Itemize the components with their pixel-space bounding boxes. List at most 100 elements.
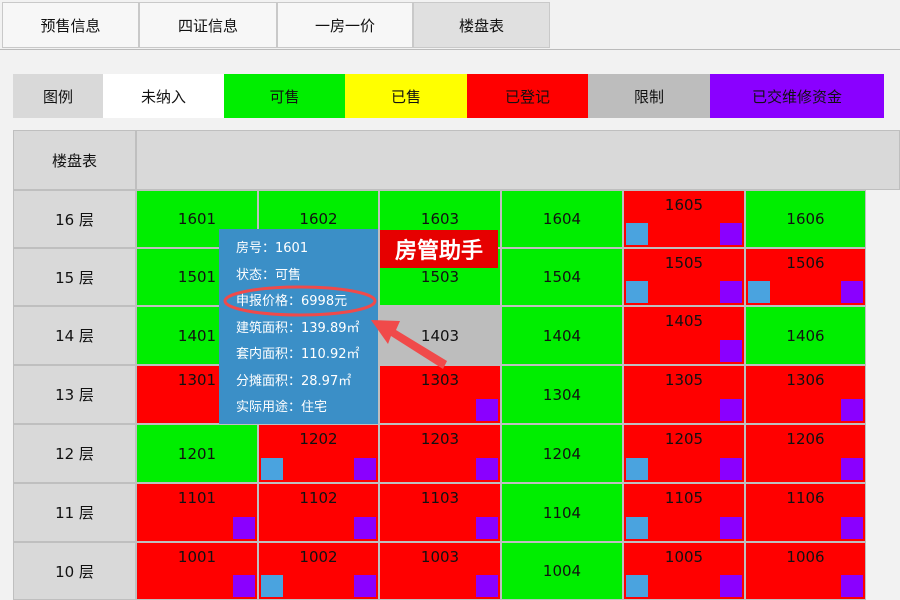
unit-cell-1202[interactable]: 1202 [258, 424, 379, 483]
unit-number: 1001 [177, 548, 217, 566]
unit-cell-1504[interactable]: 1504 [501, 248, 623, 306]
unit-cell-1003[interactable]: 1003 [379, 542, 501, 600]
floor-label: 14 层 [13, 306, 136, 365]
unit-cell-1101[interactable]: 1101 [136, 483, 258, 542]
tab-four-certificates[interactable]: 四证信息 [139, 2, 277, 48]
unit-cell-1206[interactable]: 1206 [745, 424, 866, 483]
maintenance-fund-marker [841, 575, 863, 597]
legend-registered: 已登记 [467, 74, 588, 118]
tooltip-status: 状态：可售 [236, 267, 302, 283]
tab-one-house-one-price[interactable]: 一房一价 [277, 2, 413, 48]
floor-label: 16 层 [13, 190, 136, 248]
tooltip-declared-price: 申报价格：6998元 [236, 294, 348, 309]
unit-number: 1306 [786, 371, 825, 389]
unit-number: 1606 [786, 210, 825, 228]
unit-cell-1006[interactable]: 1006 [745, 542, 866, 600]
floor-label: 12 层 [13, 424, 136, 483]
unit-cell-1203[interactable]: 1203 [379, 424, 501, 483]
legend-label: 图例 [13, 74, 103, 118]
floor-label: 13 层 [13, 365, 136, 424]
unit-number: 1106 [786, 489, 825, 507]
maintenance-fund-marker [354, 575, 376, 597]
unit-number: 1004 [542, 562, 582, 580]
unit-number: 1002 [299, 548, 338, 566]
unit-cell-1405[interactable]: 1405 [623, 306, 745, 365]
unit-cell-1205[interactable]: 1205 [623, 424, 745, 483]
maintenance-fund-marker [841, 281, 863, 303]
maintenance-fund-marker [476, 399, 498, 421]
unit-cell-1303[interactable]: 1303 [379, 365, 501, 424]
unit-number: 1102 [299, 489, 338, 507]
legend-sold: 已售 [345, 74, 467, 118]
unit-cell-1005[interactable]: 1005 [623, 542, 745, 600]
watermark-badge: 房管助手 [380, 230, 498, 268]
tooltip-shared-area: 分摊面积：28.97㎡ [236, 373, 352, 389]
tab-presale-info[interactable]: 预售信息 [2, 2, 139, 48]
unit-number: 1101 [177, 489, 217, 507]
unit-number: 1003 [420, 548, 460, 566]
unit-cell-1505[interactable]: 1505 [623, 248, 745, 306]
unit-cell-1306[interactable]: 1306 [745, 365, 866, 424]
floor-label: 10 层 [13, 542, 136, 600]
unit-cell-1403[interactable]: 1403 [379, 306, 501, 365]
maintenance-fund-marker [720, 517, 742, 539]
blue-marker [626, 575, 648, 597]
legend-not-included: 未纳入 [103, 74, 224, 118]
unit-cell-1001[interactable]: 1001 [136, 542, 258, 600]
unit-cell-1204[interactable]: 1204 [501, 424, 623, 483]
unit-number: 1505 [664, 254, 704, 272]
unit-cell-1104[interactable]: 1104 [501, 483, 623, 542]
unit-number: 1406 [786, 326, 825, 345]
maintenance-fund-marker [354, 458, 376, 480]
unit-number: 1005 [664, 548, 704, 566]
unit-number: 1206 [786, 430, 825, 448]
unit-cell-1002[interactable]: 1002 [258, 542, 379, 600]
blue-marker [626, 517, 648, 539]
unit-number: 1305 [664, 371, 704, 389]
unit-cell-1201[interactable]: 1201 [136, 424, 258, 483]
unit-cell-1103[interactable]: 1103 [379, 483, 501, 542]
tooltip-room-no: 房号：1601 [236, 241, 309, 256]
unit-cell-1606[interactable]: 1606 [745, 190, 866, 248]
unit-cell-1304[interactable]: 1304 [501, 365, 623, 424]
legend-restricted: 限制 [588, 74, 710, 118]
unit-number: 1006 [786, 548, 825, 566]
blue-marker [626, 458, 648, 480]
tab-bar: 预售信息 四证信息 一房一价 楼盘表 [0, 0, 900, 50]
tab-building-table[interactable]: 楼盘表 [413, 2, 550, 48]
blue-marker [626, 281, 648, 303]
unit-number: 1403 [420, 326, 460, 345]
unit-cell-1604[interactable]: 1604 [501, 190, 623, 248]
unit-tooltip: 房号：1601 状态：可售 申报价格：6998元 建筑面积：139.89㎡ 套内… [219, 229, 378, 424]
legend: 图例 未纳入 可售 已售 已登记 限制 已交维修资金 [13, 74, 884, 118]
unit-number: 1103 [420, 489, 460, 507]
unit-cell-1004[interactable]: 1004 [501, 542, 623, 600]
maintenance-fund-marker [720, 399, 742, 421]
maintenance-fund-marker [476, 517, 498, 539]
maintenance-fund-marker [720, 281, 742, 303]
unit-number: 1104 [542, 503, 582, 522]
unit-cell-1605[interactable]: 1605 [623, 190, 745, 248]
unit-cell-1305[interactable]: 1305 [623, 365, 745, 424]
tooltip-usage: 实际用途：住宅 [236, 400, 328, 415]
unit-cell-1102[interactable]: 1102 [258, 483, 379, 542]
unit-number: 1304 [542, 385, 582, 404]
unit-number: 1404 [542, 326, 582, 345]
maintenance-fund-marker [841, 517, 863, 539]
tooltip-inner-area: 套内面积：110.92㎡ [236, 347, 360, 362]
unit-number: 1201 [177, 444, 217, 463]
unit-cell-1404[interactable]: 1404 [501, 306, 623, 365]
maintenance-fund-marker [841, 399, 863, 421]
unit-number: 1506 [786, 254, 825, 272]
maintenance-fund-marker [720, 458, 742, 480]
maintenance-fund-marker [720, 223, 742, 245]
maintenance-fund-marker [233, 575, 255, 597]
unit-number: 1405 [664, 312, 704, 330]
unit-cell-1506[interactable]: 1506 [745, 248, 866, 306]
blue-marker [626, 223, 648, 245]
legend-maintenance-fund-paid: 已交维修资金 [710, 74, 884, 118]
unit-cell-1406[interactable]: 1406 [745, 306, 866, 365]
unit-cell-1106[interactable]: 1106 [745, 483, 866, 542]
unit-number: 1604 [542, 210, 582, 228]
unit-cell-1105[interactable]: 1105 [623, 483, 745, 542]
